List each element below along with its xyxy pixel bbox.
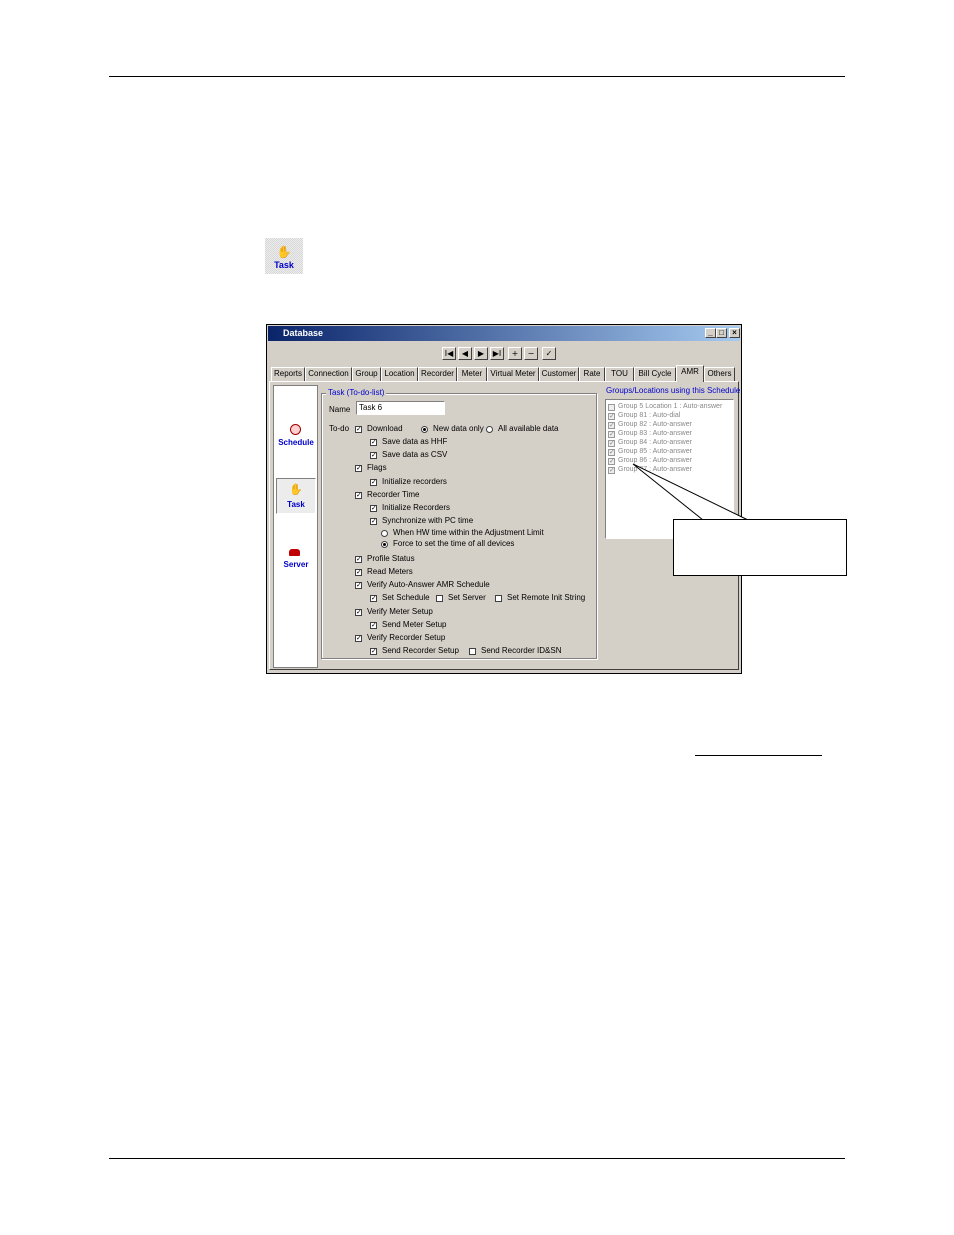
- callout-box: [673, 519, 847, 576]
- link-underline: [695, 755, 822, 756]
- tab-amr[interactable]: AMR: [676, 365, 704, 382]
- callout-pointer: [632, 463, 749, 521]
